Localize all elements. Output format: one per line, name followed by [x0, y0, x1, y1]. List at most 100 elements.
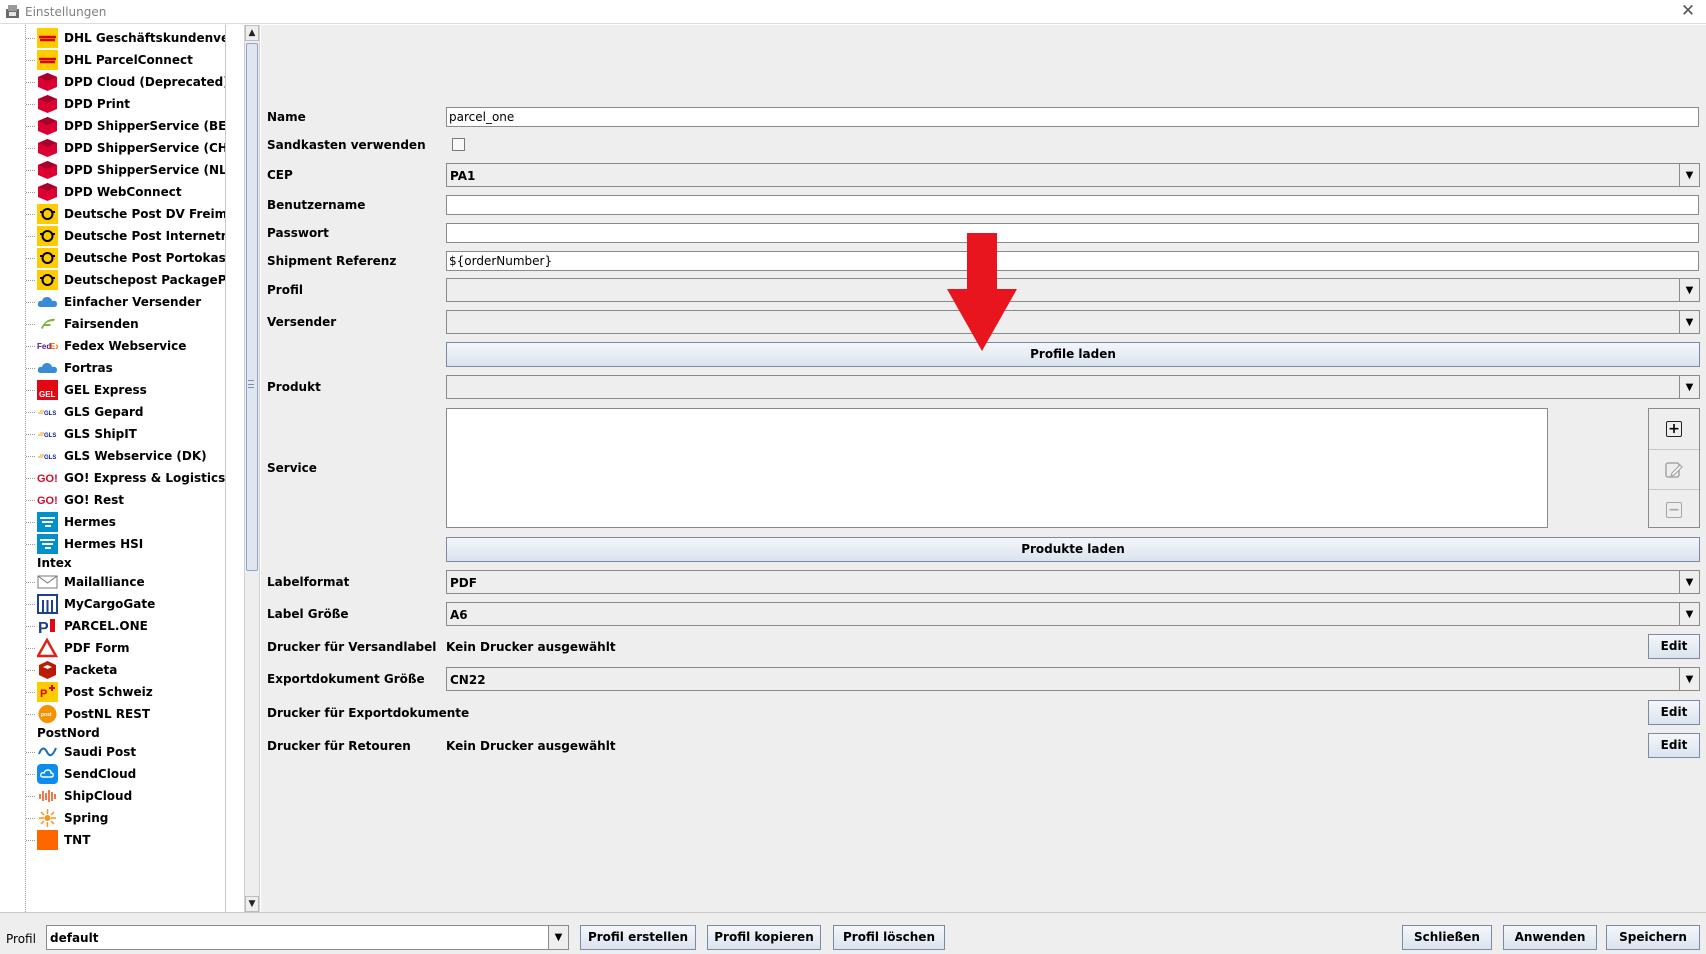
password-label: Passwort	[267, 226, 329, 240]
tree-item[interactable]: Deutsche Post Portokasse	[0, 247, 225, 269]
tree-item[interactable]: DPD ShipperService (BE)	[0, 115, 226, 137]
tree-item[interactable]: TNT	[0, 829, 225, 851]
remove-service-button[interactable]: −	[1649, 489, 1699, 529]
chevron-down-icon[interactable]: ▼	[1679, 376, 1699, 398]
labelsize-select[interactable]: A6 ▼	[446, 602, 1700, 626]
scroll-thumb[interactable]	[246, 43, 258, 571]
tree-item[interactable]: Einfacher Versender	[0, 291, 225, 313]
profil-select[interactable]: ▼	[446, 278, 1700, 302]
tree-item-label: Saudi Post	[64, 745, 137, 759]
tree-connector	[26, 478, 35, 479]
edit-printer-export-button[interactable]: Edit	[1648, 700, 1700, 725]
scroll-down-button[interactable]: ▼	[245, 896, 259, 912]
tree-scrollbar[interactable]: ▲ ▼	[244, 25, 260, 912]
tree-item[interactable]: DPD Print	[0, 93, 225, 115]
tree-item[interactable]: Packeta	[0, 659, 225, 681]
tree-item-label: PARCEL.ONE	[64, 619, 148, 633]
post-schweiz-icon: P	[37, 682, 58, 702]
tree-item-label: GEL Express	[64, 383, 147, 397]
shipment-ref-field[interactable]: ${orderNumber}	[446, 251, 1699, 271]
tree-item[interactable]: DHL ParcelConnect	[0, 49, 225, 71]
tree-item[interactable]: Hermes	[0, 511, 225, 533]
carrier-tree[interactable]: DHL Geschäftskundenversand DHL ParcelConn…	[0, 25, 226, 912]
chevron-down-icon[interactable]: ▼	[1679, 603, 1699, 625]
tree-item-label: Einfacher Versender	[64, 295, 202, 309]
username-field[interactable]	[446, 195, 1699, 215]
tree-item[interactable]: MyCargoGate	[0, 593, 225, 615]
tree-item[interactable]: DPD WebConnect	[0, 181, 225, 203]
name-field[interactable]: parcel_one	[446, 107, 1699, 127]
tree-item[interactable]: GEL GEL Express	[0, 379, 225, 401]
tree-connector	[26, 390, 35, 391]
copy-profile-button[interactable]: Profil kopieren	[707, 925, 821, 950]
tree-item[interactable]: GO! GO! Rest	[0, 489, 225, 511]
tree-item[interactable]: PDF Form	[0, 637, 225, 659]
password-field[interactable]	[446, 223, 1699, 243]
tree-item-label: DPD ShipperService (BE)	[64, 119, 226, 133]
close-window-icon[interactable]: ✕	[1678, 1, 1698, 21]
tree-item[interactable]: P Post Schweiz	[0, 681, 225, 703]
tree-item[interactable]: DPD ShipperService (CH)	[0, 137, 225, 159]
tree-item[interactable]: P PARCEL.ONE	[0, 615, 225, 637]
printer-export-label: Drucker für Exportdokumente	[267, 706, 470, 720]
save-button[interactable]: Speichern	[1606, 925, 1700, 950]
chevron-down-icon[interactable]: ▼	[1679, 571, 1699, 593]
versender-select[interactable]: ▼	[446, 310, 1700, 334]
export-size-select[interactable]: CN22 ▼	[446, 667, 1700, 691]
dhl-icon	[37, 50, 58, 70]
tree-connector	[26, 774, 35, 775]
tree-item[interactable]: GLS GLS Webservice (DK)	[0, 445, 225, 467]
tree-item[interactable]: DHL Geschäftskundenversand	[0, 27, 225, 49]
tree-item[interactable]: GLS GLS ShipIT	[0, 423, 225, 445]
sandbox-checkbox[interactable]	[452, 138, 465, 151]
tree-item[interactable]: Spring	[0, 807, 225, 829]
edit-printer-shipping-button[interactable]: Edit	[1648, 634, 1700, 659]
tree-item[interactable]: Mailalliance	[0, 571, 225, 593]
dpd-icon	[37, 116, 58, 136]
apply-button[interactable]: Anwenden	[1503, 925, 1597, 950]
tree-item[interactable]: Fairsenden	[0, 313, 225, 335]
tree-connector	[26, 280, 35, 281]
chevron-down-icon[interactable]: ▼	[548, 926, 568, 949]
delete-profile-button[interactable]: Profil löschen	[833, 925, 945, 950]
scroll-up-button[interactable]: ▲	[245, 25, 259, 41]
tree-item[interactable]: GO! GO! Express & Logistics (AX4)	[0, 467, 225, 489]
cep-select[interactable]: PA1 ▼	[446, 163, 1700, 187]
go-icon: GO!	[37, 490, 58, 510]
load-profiles-button[interactable]: Profile laden	[446, 342, 1700, 367]
labelsize-value: A6	[450, 608, 468, 622]
chevron-down-icon[interactable]: ▼	[1679, 668, 1699, 690]
load-products-button[interactable]: Produkte laden	[446, 537, 1700, 562]
tree-item[interactable]: SendCloud	[0, 763, 225, 785]
chevron-down-icon[interactable]: ▼	[1679, 164, 1699, 186]
scroll-grip-icon	[248, 380, 254, 388]
tree-item-label: DPD Cloud (Deprecated)	[64, 75, 226, 89]
gls-icon: GLS	[37, 446, 58, 466]
chevron-down-icon[interactable]: ▼	[1679, 311, 1699, 333]
labelformat-select[interactable]: PDF ▼	[446, 570, 1700, 594]
tree-item[interactable]: Deutsche Post Internetmarke	[0, 225, 225, 247]
edit-service-button[interactable]	[1649, 449, 1699, 489]
add-service-button[interactable]: +	[1649, 409, 1699, 449]
create-profile-button[interactable]: Profil erstellen	[580, 925, 696, 950]
tree-item[interactable]: ShipCloud	[0, 785, 225, 807]
tree-item[interactable]: Deutsche Post DV Freimachung	[0, 203, 225, 225]
tree-item[interactable]: Fortras	[0, 357, 225, 379]
tree-item[interactable]: DPD ShipperService (NL)	[0, 159, 225, 181]
tree-item[interactable]: DPD Cloud (Deprecated)	[0, 71, 226, 93]
postnl-icon: post	[37, 704, 58, 724]
chevron-down-icon[interactable]: ▼	[1679, 279, 1699, 301]
profile-select[interactable]: default ▼	[46, 925, 569, 950]
tree-item[interactable]: FedEx Fedex Webservice	[0, 335, 225, 357]
tree-item[interactable]: GLS GLS Gepard	[0, 401, 225, 423]
produkt-select[interactable]: ▼	[446, 375, 1700, 399]
tree-item[interactable]: Saudi Post	[0, 741, 225, 763]
close-button[interactable]: Schließen	[1402, 925, 1492, 950]
dpd-icon	[37, 160, 58, 180]
tree-item[interactable]: Deutschepost PackagePlus	[0, 269, 225, 291]
edit-printer-returns-button[interactable]: Edit	[1648, 733, 1700, 758]
cep-label: CEP	[267, 168, 293, 182]
export-size-value: CN22	[450, 673, 486, 687]
service-list[interactable]	[446, 408, 1548, 528]
tree-connector	[26, 692, 35, 693]
